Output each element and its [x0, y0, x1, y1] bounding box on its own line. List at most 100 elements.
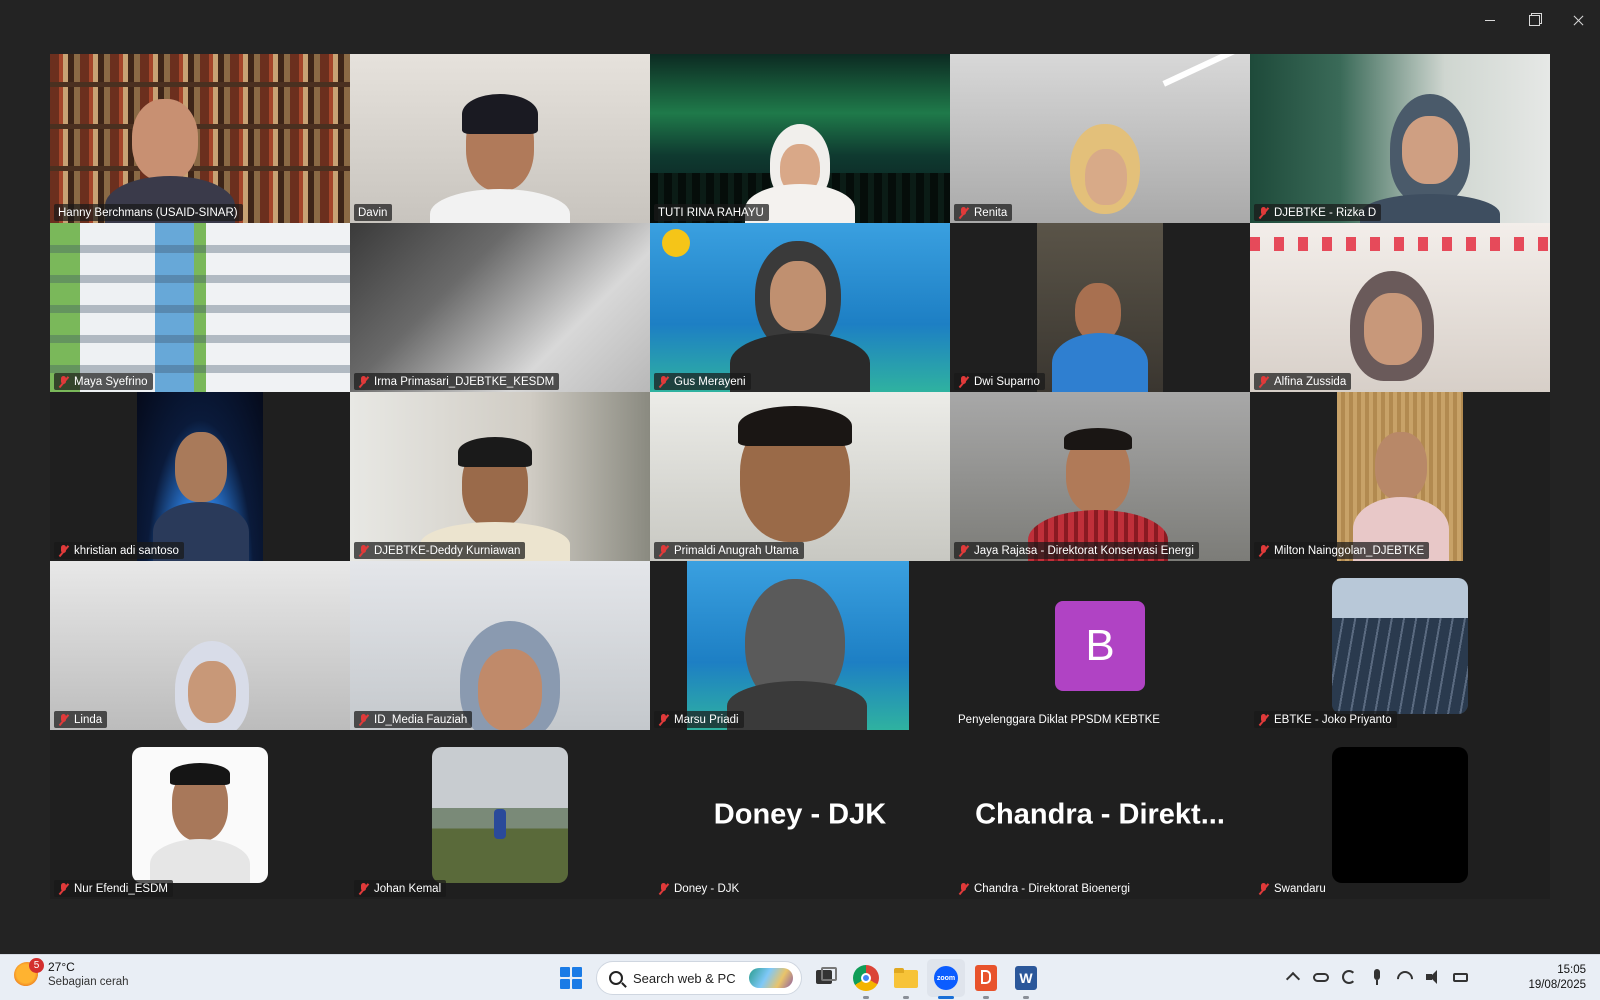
- display-name: Chandra - Direkt...: [975, 798, 1225, 830]
- weather-description: Sebagian cerah: [48, 976, 129, 988]
- participant-name: Hanny Berchmans (USAID-SINAR): [54, 204, 243, 221]
- participant-tile[interactable]: Swandaru: [1250, 730, 1550, 899]
- participant-tile[interactable]: Primaldi Anugrah Utama: [650, 392, 950, 561]
- participant-name: DJEBTKE-Deddy Kurniawan: [354, 542, 526, 559]
- video-feed: [950, 392, 1250, 561]
- participant-tile[interactable]: Doney - DJK Doney - DJK: [650, 730, 950, 899]
- muted-mic-icon: [58, 713, 69, 726]
- participant-tile[interactable]: Marsu Priadi: [650, 561, 950, 730]
- participant-tile[interactable]: Johan Kemal: [350, 730, 650, 899]
- participant-tile[interactable]: Chandra - Direkt... Chandra - Direktorat…: [950, 730, 1250, 899]
- muted-mic-icon: [1258, 375, 1269, 388]
- participant-tile[interactable]: TUTI RINA RAHAYU: [650, 54, 950, 223]
- participant-tile[interactable]: Milton Nainggolan_DJEBTKE: [1250, 392, 1550, 561]
- participant-tile[interactable]: Nur Efendi_ESDM: [50, 730, 350, 899]
- search-highlight-icon: [749, 968, 793, 988]
- video-feed: [50, 54, 350, 223]
- muted-mic-icon: [1258, 713, 1269, 726]
- avatar: B: [1055, 600, 1145, 691]
- onedrive-icon[interactable]: [1312, 968, 1330, 986]
- participant-gallery: Hanny Berchmans (USAID-SINAR) Davin TUTI…: [50, 54, 1550, 899]
- muted-mic-icon: [658, 713, 669, 726]
- window-controls: [1468, 6, 1600, 34]
- participant-name: Alfina Zussida: [1254, 373, 1352, 390]
- muted-mic-icon: [1258, 882, 1269, 895]
- participant-name: Johan Kemal: [354, 880, 447, 897]
- profile-photo: [432, 746, 568, 883]
- participant-tile[interactable]: Irma Primasari_DJEBTKE_KESDM: [350, 223, 650, 392]
- file-explorer-icon[interactable]: [892, 964, 920, 999]
- muted-mic-icon: [58, 544, 69, 557]
- sync-icon[interactable]: [1340, 968, 1358, 986]
- task-view-icon[interactable]: [812, 964, 840, 992]
- participant-tile[interactable]: DJEBTKE - Rizka D: [1250, 54, 1550, 223]
- video-feed: [350, 392, 650, 561]
- video-feed: [350, 561, 650, 730]
- minimize-icon[interactable]: [1468, 6, 1512, 34]
- muted-mic-icon: [658, 544, 669, 557]
- muted-mic-icon: [658, 375, 669, 388]
- microphone-icon[interactable]: [1368, 968, 1386, 986]
- search-icon: [609, 971, 623, 985]
- participant-name: Gus Merayeni: [654, 373, 751, 390]
- participant-name: Chandra - Direktorat Bioenergi: [954, 880, 1135, 897]
- video-feed: [350, 223, 650, 392]
- video-feed: [650, 54, 950, 223]
- muted-mic-icon: [958, 882, 969, 895]
- participant-name: Maya Syefrino: [54, 373, 153, 390]
- video-feed: [1250, 54, 1550, 223]
- video-feed: [1037, 223, 1163, 392]
- system-clock[interactable]: 15:05 19/08/2025: [1528, 963, 1586, 993]
- participant-name: EBTKE - Joko Priyanto: [1254, 711, 1397, 728]
- participant-tile[interactable]: EBTKE - Joko Priyanto: [1250, 561, 1550, 730]
- participant-tile[interactable]: Hanny Berchmans (USAID-SINAR): [50, 54, 350, 223]
- participant-tile[interactable]: Alfina Zussida: [1250, 223, 1550, 392]
- word-icon[interactable]: W: [1012, 964, 1040, 999]
- participant-name: DJEBTKE - Rizka D: [1254, 204, 1382, 221]
- video-feed: [1337, 392, 1463, 561]
- participant-tile[interactable]: khristian adi santoso: [50, 392, 350, 561]
- video-feed: [50, 561, 350, 730]
- weather-widget[interactable]: 5 27°C Sebagian cerah: [14, 958, 129, 990]
- close-icon[interactable]: [1556, 6, 1600, 34]
- participant-tile[interactable]: B Penyelenggara Diklat PPSDM KEBTKE: [950, 561, 1250, 730]
- search-placeholder: Search web & PC: [633, 970, 736, 986]
- video-feed: [50, 223, 350, 392]
- battery-icon[interactable]: [1452, 968, 1470, 986]
- presentation-app-icon[interactable]: [972, 964, 1000, 999]
- muted-mic-icon: [958, 544, 969, 557]
- video-feed: [650, 223, 950, 392]
- participant-name: Doney - DJK: [654, 880, 744, 897]
- chrome-icon[interactable]: [852, 964, 880, 999]
- muted-mic-icon: [958, 206, 969, 219]
- video-feed: [1250, 223, 1550, 392]
- participant-name: Primaldi Anugrah Utama: [654, 542, 804, 559]
- video-feed: [950, 54, 1250, 223]
- participant-tile[interactable]: Renita: [950, 54, 1250, 223]
- participant-tile[interactable]: Dwi Suparno: [950, 223, 1250, 392]
- participant-tile[interactable]: DJEBTKE-Deddy Kurniawan: [350, 392, 650, 561]
- profile-photo: [1332, 746, 1468, 883]
- participant-tile[interactable]: Maya Syefrino: [50, 223, 350, 392]
- show-hidden-icons-icon[interactable]: [1284, 968, 1302, 986]
- windows-start-icon[interactable]: [560, 967, 582, 989]
- taskbar: 5 27°C Sebagian cerah Search web & PC zo…: [0, 954, 1600, 1000]
- weather-temperature: 27°C: [48, 960, 75, 974]
- wifi-icon[interactable]: [1393, 967, 1417, 991]
- volume-icon[interactable]: [1424, 968, 1442, 986]
- participant-tile[interactable]: Gus Merayeni: [650, 223, 950, 392]
- participant-name: Nur Efendi_ESDM: [54, 880, 173, 897]
- participant-tile[interactable]: ID_Media Fauziah: [350, 561, 650, 730]
- participant-name: Marsu Priadi: [654, 711, 744, 728]
- participant-tile[interactable]: Linda: [50, 561, 350, 730]
- taskbar-search[interactable]: Search web & PC: [596, 961, 802, 995]
- muted-mic-icon: [1258, 206, 1269, 219]
- clock-time: 15:05: [1557, 964, 1586, 976]
- participant-tile[interactable]: Jaya Rajasa - Direktorat Konservasi Ener…: [950, 392, 1250, 561]
- zoom-icon[interactable]: zoom: [932, 964, 960, 999]
- participant-tile-active-speaker[interactable]: Davin: [350, 54, 650, 223]
- participant-name: ID_Media Fauziah: [354, 711, 473, 728]
- participant-name: Linda: [54, 711, 108, 728]
- participant-name: khristian adi santoso: [54, 542, 184, 559]
- restore-icon[interactable]: [1512, 6, 1556, 34]
